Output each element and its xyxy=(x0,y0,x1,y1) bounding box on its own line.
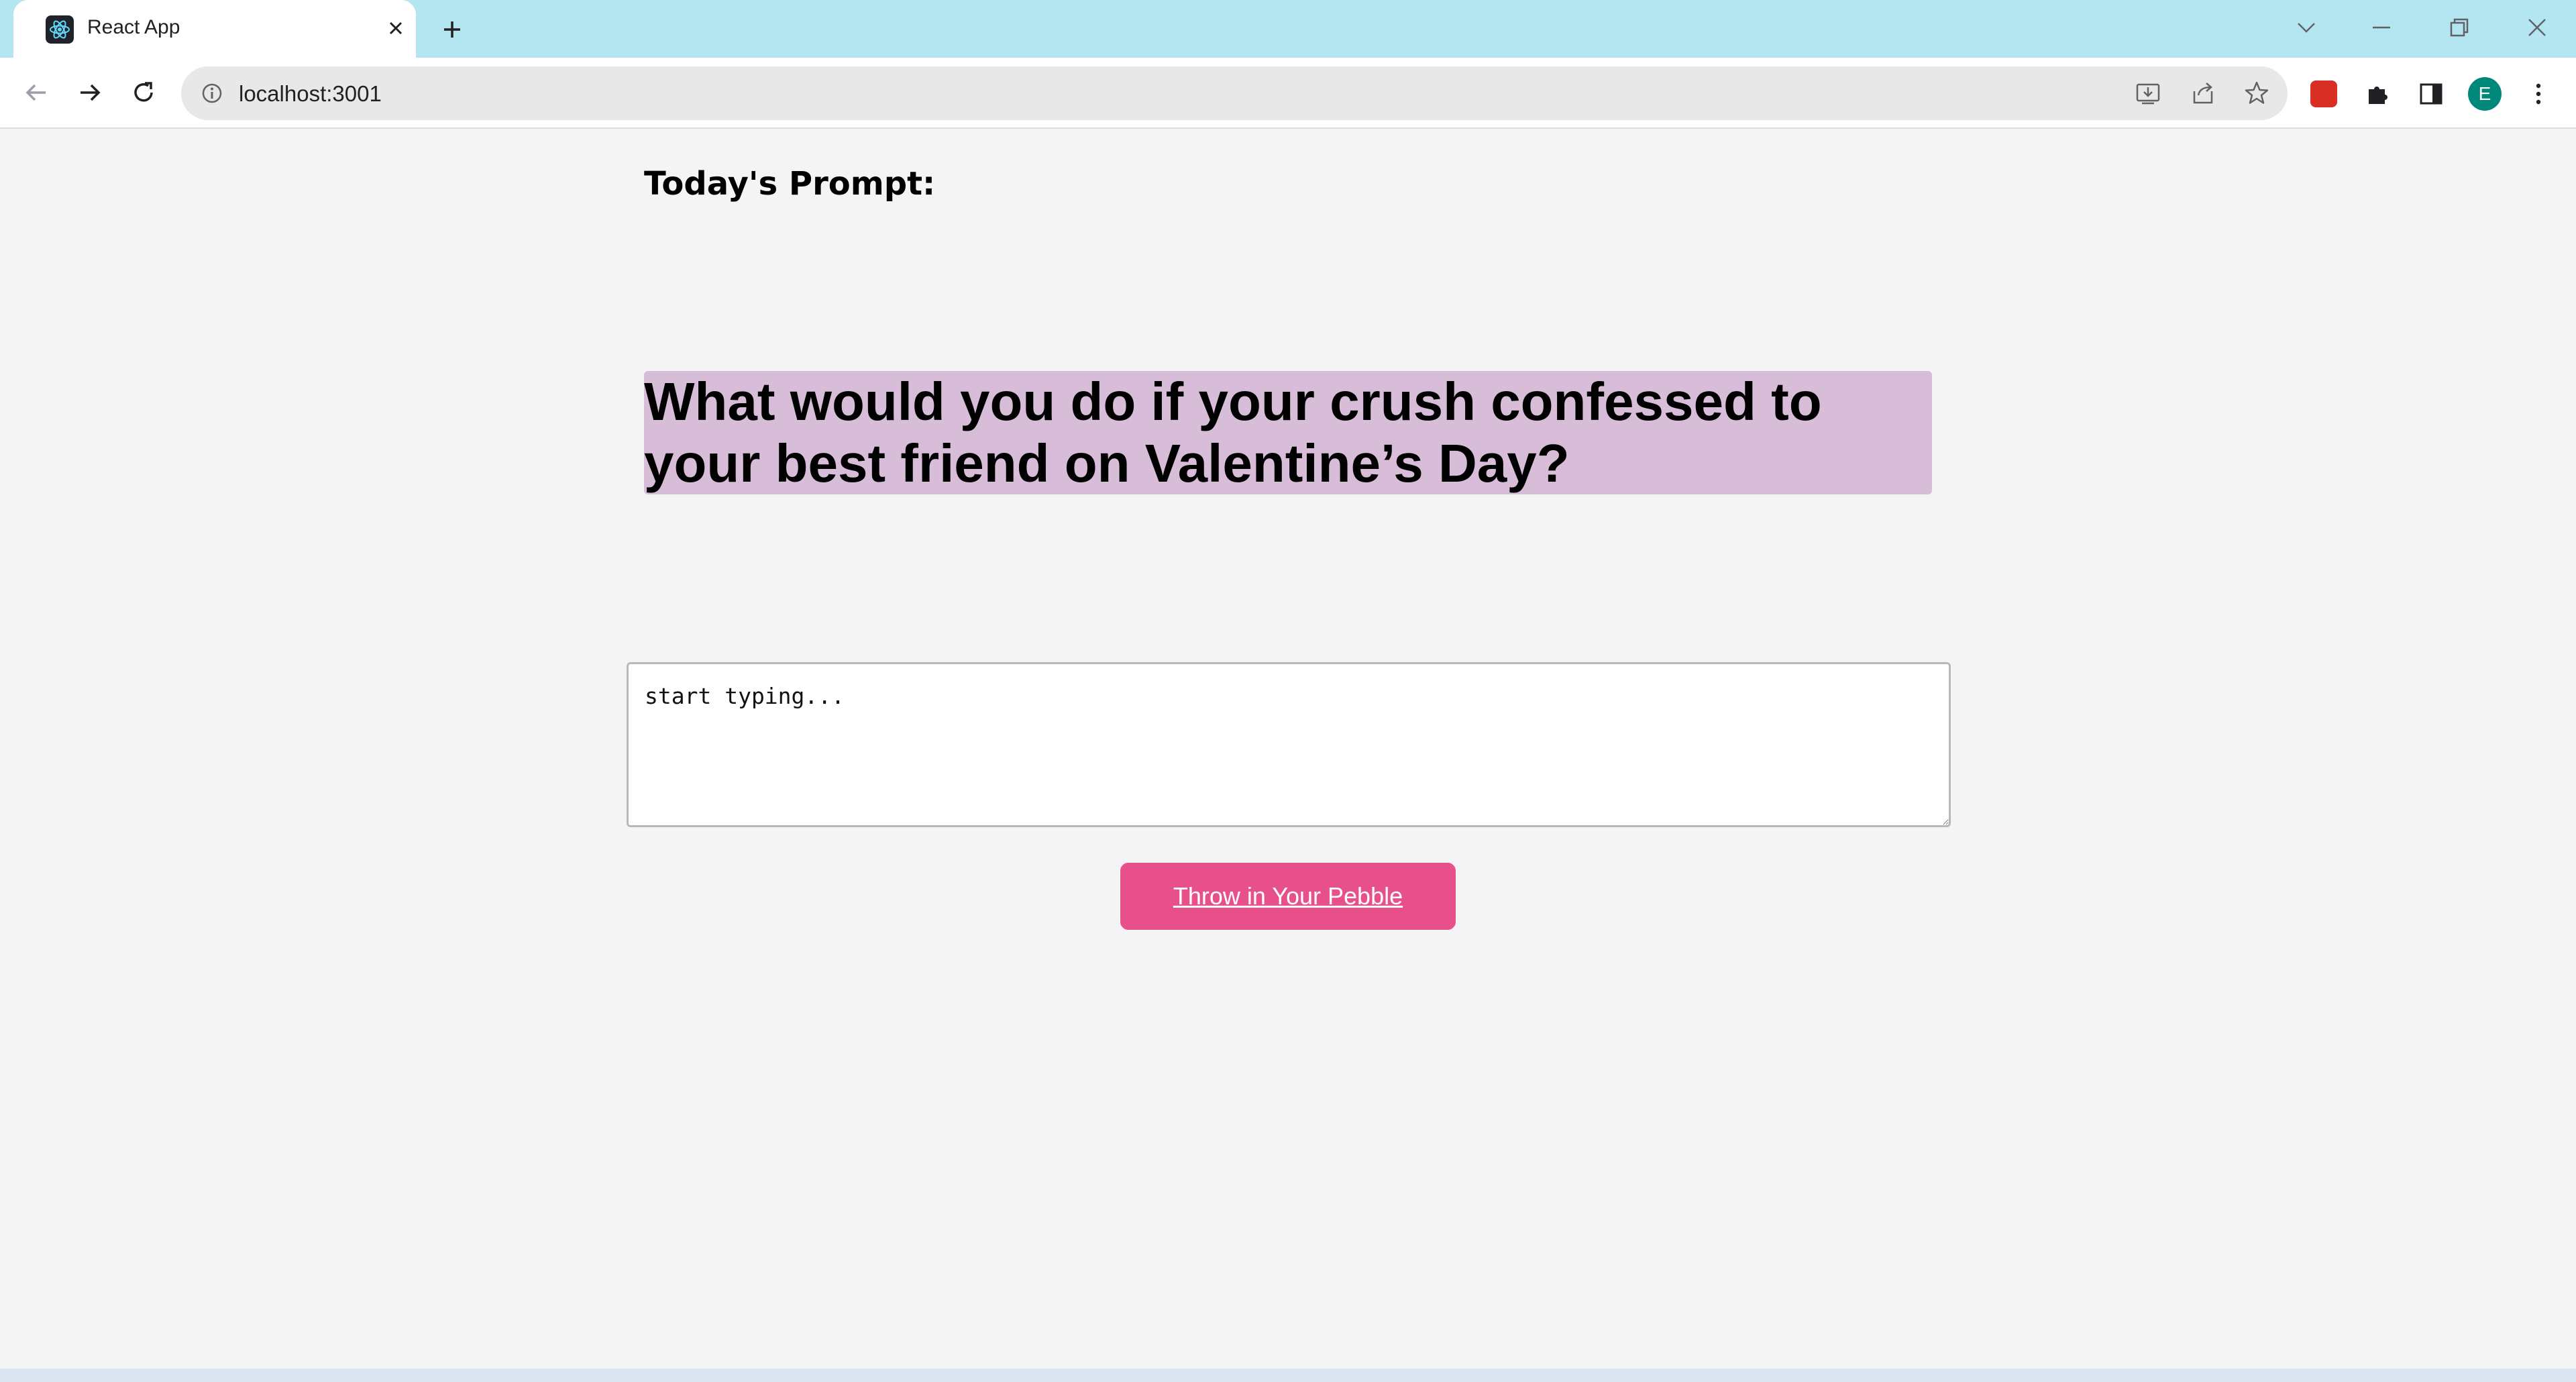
page-heading: Today's Prompt: xyxy=(644,165,936,203)
extension-icon[interactable] xyxy=(2305,75,2343,113)
tab-search-chevron-down-icon[interactable] xyxy=(2286,9,2326,46)
close-icon[interactable] xyxy=(381,13,411,43)
restore-icon[interactable] xyxy=(2439,9,2479,46)
install-app-icon[interactable] xyxy=(2131,76,2165,111)
prompt-highlight: What would you do if your crush confesse… xyxy=(644,371,1932,494)
side-panel-icon[interactable] xyxy=(2412,75,2450,113)
extensions-puzzle-icon[interactable] xyxy=(2359,75,2396,113)
url-text: localhost:3001 xyxy=(239,81,382,106)
share-icon[interactable] xyxy=(2186,76,2220,111)
tab-title: React App xyxy=(87,16,180,38)
bookmark-star-icon[interactable] xyxy=(2239,76,2274,111)
new-tab-plus-icon[interactable] xyxy=(435,13,470,46)
menu-kebab-icon[interactable] xyxy=(2520,75,2557,113)
site-info-icon[interactable] xyxy=(199,80,225,107)
throw-pebble-button[interactable]: Throw in Your Pebble xyxy=(1120,863,1456,930)
prompt-text: What would you do if your crush confesse… xyxy=(644,372,1822,493)
browser-toolbar: localhost:3001 E xyxy=(0,58,2576,129)
tab-strip: React App xyxy=(0,0,2576,58)
back-arrow-icon[interactable] xyxy=(15,71,58,114)
pebble-entry-textarea[interactable] xyxy=(627,662,1951,827)
forward-arrow-icon[interactable] xyxy=(68,71,111,114)
browser-tab[interactable]: React App xyxy=(13,0,416,58)
profile-avatar[interactable]: E xyxy=(2466,75,2504,113)
minimize-icon[interactable] xyxy=(2361,9,2402,46)
address-bar[interactable]: localhost:3001 xyxy=(181,66,2288,120)
close-window-icon[interactable] xyxy=(2517,9,2557,46)
taskbar-edge xyxy=(0,1369,2576,1382)
react-favicon-icon xyxy=(46,15,74,44)
reload-icon[interactable] xyxy=(122,71,165,114)
